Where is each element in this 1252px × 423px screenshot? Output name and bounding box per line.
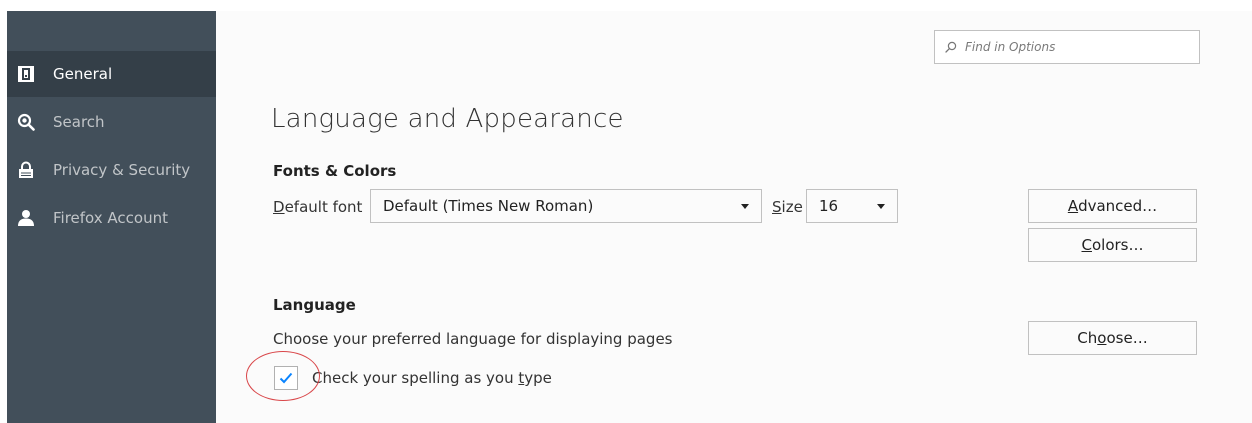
language-heading: Language [273,296,356,314]
search-field[interactable] [934,30,1200,64]
sidebar-item-general[interactable]: General [7,51,216,97]
sidebar-item-firefox-account[interactable]: Firefox Account [7,195,216,241]
sidebar-item-label: Firefox Account [53,209,168,227]
default-font-label: Default font [273,198,363,216]
page-title: Language and Appearance [271,104,624,134]
advanced-button[interactable]: Advanced… [1028,189,1197,223]
language-description: Choose your preferred language for displ… [273,330,673,348]
main-content: Language and Appearance Fonts & Colors D… [216,11,1252,423]
font-size-select[interactable]: 16 [806,189,898,223]
default-font-select[interactable]: Default (Times New Roman) [370,189,762,223]
sidebar: General Search Privacy & Security Firefo… [7,11,216,423]
font-size-value: 16 [819,197,839,215]
chevron-down-icon [877,204,885,209]
sidebar-item-search[interactable]: Search [7,99,216,145]
colors-button[interactable]: Colors… [1028,228,1197,262]
size-label: Size [772,198,803,216]
account-icon [16,208,36,228]
lock-icon [16,160,36,180]
fonts-colors-heading: Fonts & Colors [273,162,397,180]
chevron-down-icon [741,204,749,209]
sidebar-item-label: General [53,65,113,83]
sidebar-item-label: Privacy & Security [53,161,191,179]
choose-language-button[interactable]: Ch o ose… [1028,321,1197,355]
default-font-value: Default (Times New Roman) [383,197,594,215]
sidebar-item-label: Search [53,113,105,131]
search-icon [945,41,957,53]
search-input[interactable] [965,40,1165,54]
search-icon [16,112,36,132]
general-icon [16,64,36,84]
sidebar-item-privacy[interactable]: Privacy & Security [7,147,216,193]
spellcheck-checkbox[interactable] [274,366,298,390]
checkmark-icon [279,372,293,384]
spellcheck-label[interactable]: Check your spelling as you type [312,369,552,387]
